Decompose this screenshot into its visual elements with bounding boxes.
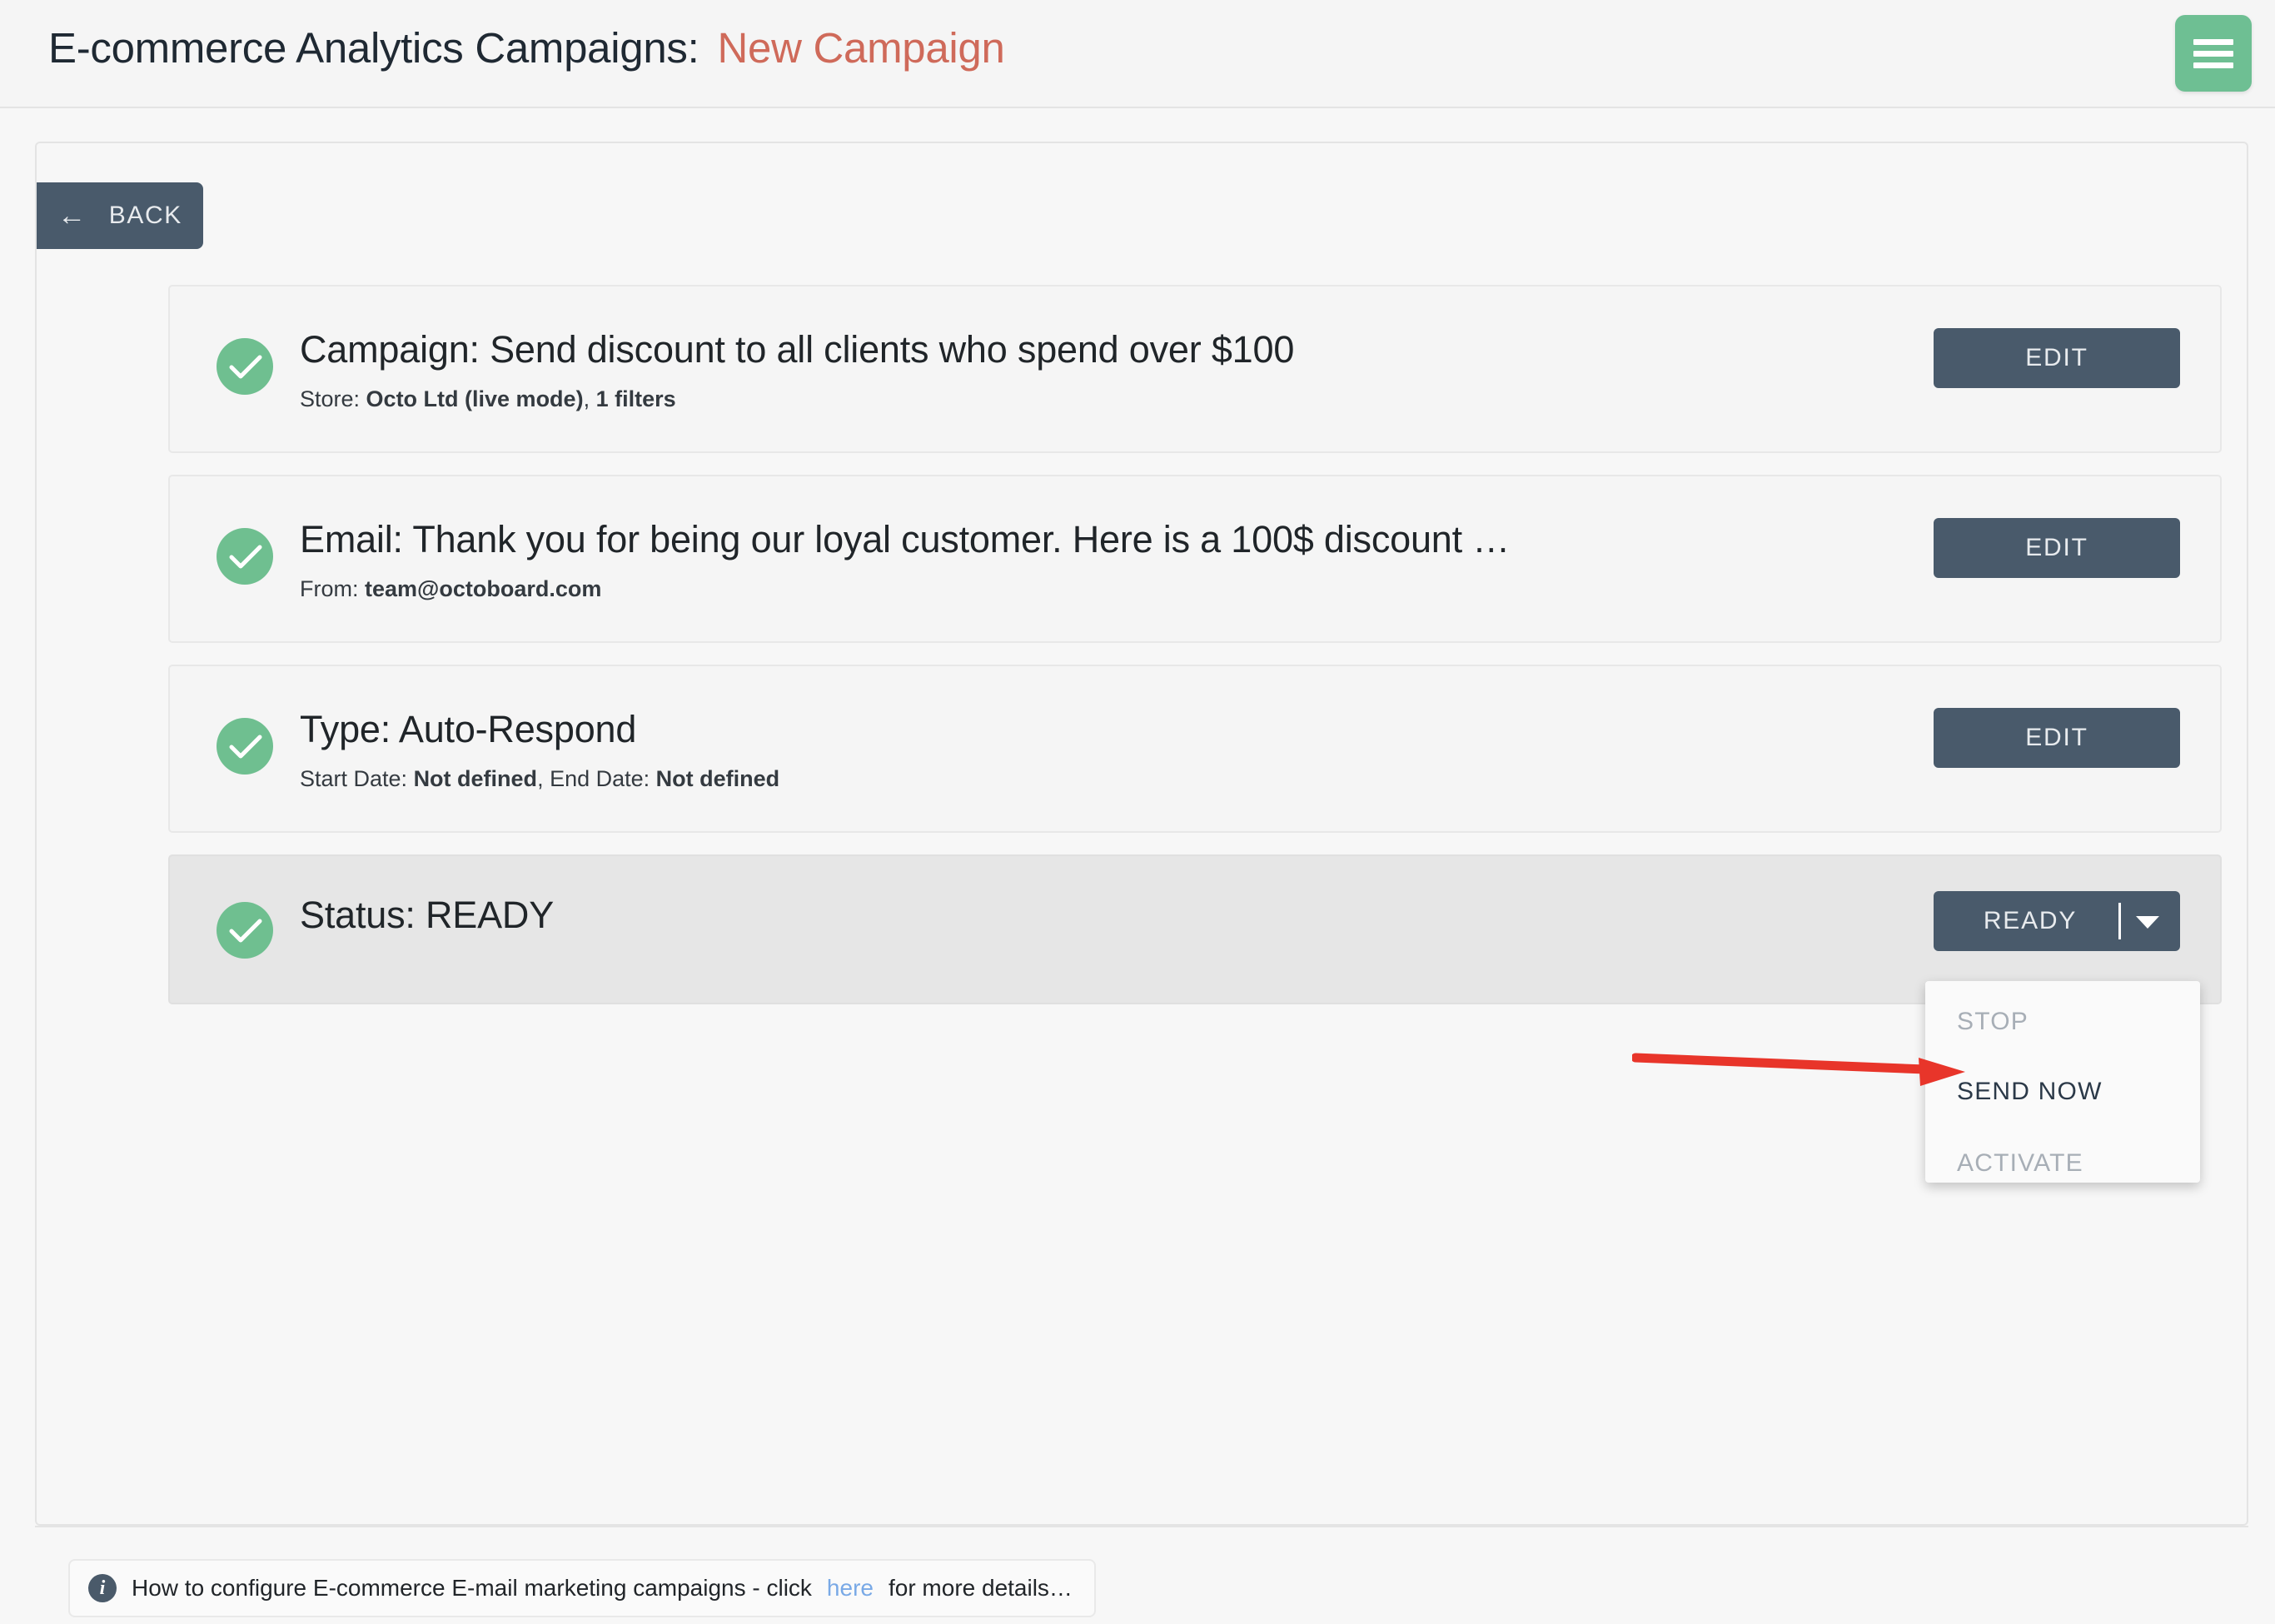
- sub-mid: ,: [583, 386, 596, 411]
- chevron-down-icon[interactable]: [2136, 916, 2159, 929]
- step-card-title: Campaign: Send discount to all clients w…: [300, 328, 1295, 371]
- step-card-subtitle: Store: Octo Ltd (live mode), 1 filters: [300, 386, 676, 412]
- sub-bold: team@octoboard.com: [365, 576, 602, 601]
- sub-bold: Octo Ltd (live mode): [366, 386, 584, 411]
- hamburger-bar-3: [2193, 62, 2233, 68]
- step-card-subtitle: Start Date: Not defined, End Date: Not d…: [300, 766, 779, 792]
- hamburger-bar-1: [2193, 39, 2233, 45]
- check-circle-icon: [217, 338, 273, 395]
- status-title: Status: READY: [300, 894, 555, 936]
- status-split-button[interactable]: READY: [1934, 891, 2180, 951]
- sub-prefix: Store:: [300, 386, 366, 411]
- info-icon: i: [88, 1574, 117, 1602]
- status-dropdown-menu: STOP SEND NOW ACTIVATE: [1925, 981, 2200, 1183]
- page-title: E-commerce Analytics Campaigns: New Campa…: [48, 23, 1005, 72]
- edit-button-type[interactable]: EDIT: [1934, 708, 2180, 768]
- hamburger-menu-icon[interactable]: [2175, 15, 2252, 92]
- edit-button-campaign[interactable]: EDIT: [1934, 328, 2180, 388]
- footer-divider: [35, 1526, 2248, 1527]
- dropdown-item-send-now[interactable]: SEND NOW: [1957, 1078, 2103, 1106]
- step-card-title: Email: Thank you for being our loyal cus…: [300, 518, 1511, 560]
- dropdown-item-activate: ACTIVATE: [1957, 1149, 2083, 1177]
- content-panel: ← BACK Campaign: Send discount to all cl…: [35, 142, 2248, 1526]
- top-header-bar: E-commerce Analytics Campaigns: New Campa…: [0, 0, 2275, 108]
- sub-bold2: Not defined: [655, 766, 780, 791]
- step-card-type: Type: Auto-Respond Start Date: Not defin…: [168, 665, 2222, 833]
- back-button-label: BACK: [108, 202, 182, 229]
- step-card-title: Type: Auto-Respond: [300, 708, 637, 750]
- footer-text-before: How to configure E-commerce E-mail marke…: [132, 1575, 812, 1601]
- sub-bold2: 1 filters: [595, 386, 676, 411]
- sub-prefix: Start Date:: [300, 766, 414, 791]
- page-title-accent: New Campaign: [717, 24, 1005, 72]
- edit-button-email[interactable]: EDIT: [1934, 518, 2180, 578]
- dropdown-item-stop: STOP: [1957, 1008, 2029, 1035]
- step-card-status: Status: READY READY: [168, 854, 2222, 1004]
- check-circle-icon: [217, 902, 273, 959]
- step-card-subtitle: From: team@octoboard.com: [300, 576, 601, 602]
- check-circle-icon: [217, 718, 273, 775]
- footer-help-note: i How to configure E-commerce E-mail mar…: [68, 1559, 1096, 1617]
- left-arrow-icon: ←: [57, 200, 87, 232]
- sub-mid: , End Date:: [537, 766, 656, 791]
- back-button[interactable]: ← BACK: [37, 182, 203, 249]
- status-button-divider: [2118, 903, 2121, 939]
- step-card-email: Email: Thank you for being our loyal cus…: [168, 475, 2222, 643]
- sub-prefix: From:: [300, 576, 365, 601]
- footer-here-link[interactable]: here: [827, 1575, 874, 1602]
- step-card-campaign: Campaign: Send discount to all clients w…: [168, 285, 2222, 453]
- footer-text-after: for more details…: [888, 1575, 1073, 1601]
- page-title-main: E-commerce Analytics Campaigns:: [48, 24, 699, 72]
- check-circle-icon: [217, 528, 273, 585]
- hamburger-bar-2: [2193, 51, 2233, 57]
- sub-bold: Not defined: [413, 766, 538, 791]
- status-button-label: READY: [1983, 907, 2078, 934]
